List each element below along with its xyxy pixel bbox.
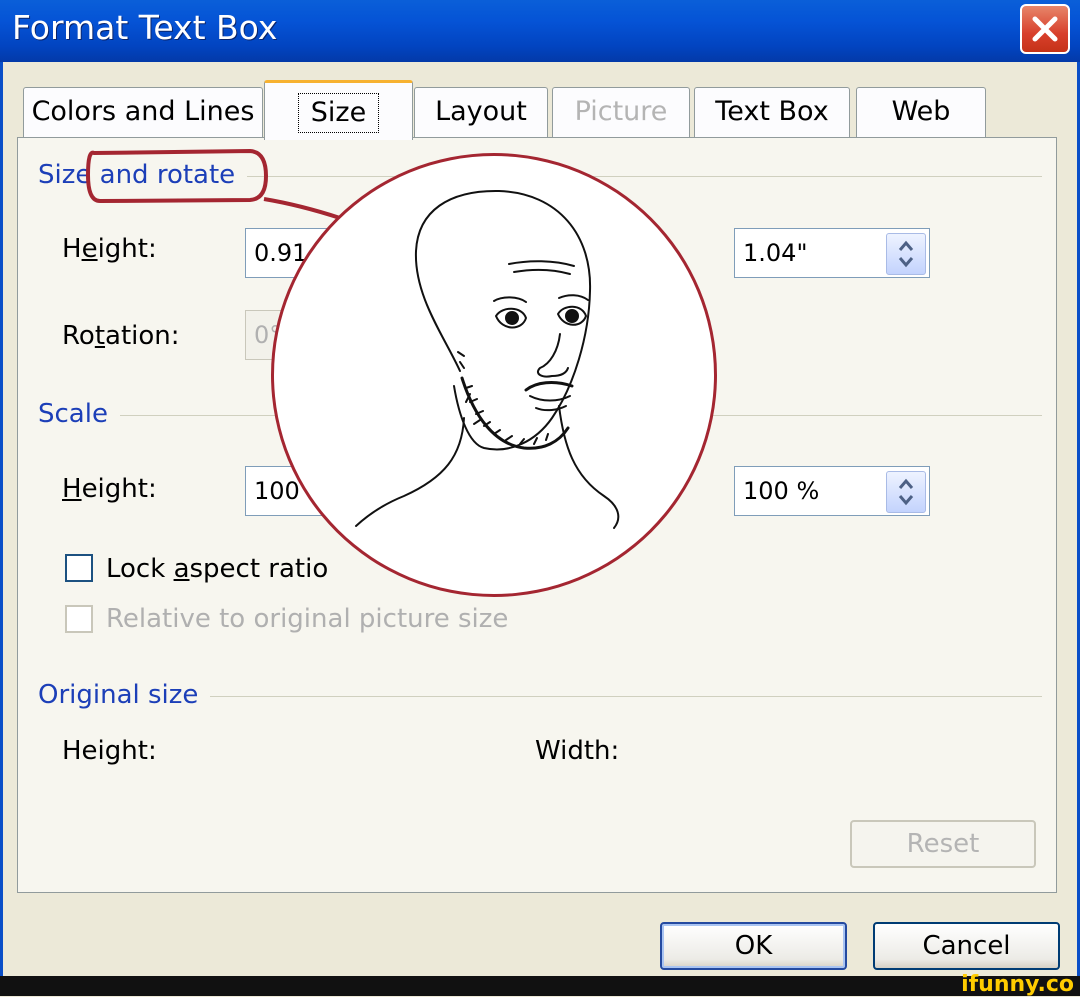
tab-label: Layout xyxy=(435,96,527,127)
scale-heading: Scale xyxy=(38,399,120,429)
watermark-bar: ifunny.co xyxy=(0,972,1080,997)
title-bar: Format Text Box xyxy=(0,0,1080,62)
close-button[interactable] xyxy=(1020,4,1070,54)
size-height-value: 0.91 xyxy=(254,239,308,267)
tab-label: Colors and Lines xyxy=(31,96,255,127)
rotation-label: Rotation: xyxy=(62,321,180,351)
cancel-button[interactable]: Cancel xyxy=(873,922,1060,970)
ok-button[interactable]: OK xyxy=(660,922,847,970)
tab-label: Web xyxy=(891,96,951,127)
scale-width-value: 100 % xyxy=(743,477,820,505)
size-height-label: Height: xyxy=(62,234,157,264)
lock-aspect-ratio-checkbox[interactable] xyxy=(65,554,93,582)
scale-height-value: 100 xyxy=(254,477,300,505)
heading-suffix: and rotate xyxy=(99,160,236,190)
heading-prefix: Size xyxy=(38,160,92,190)
tab-size[interactable]: Size xyxy=(264,80,413,140)
wojak-face-drawing xyxy=(355,189,620,529)
tab-colors-and-lines[interactable]: Colors and Lines xyxy=(23,87,263,137)
original-width-label: Width: xyxy=(535,736,620,766)
window-title: Format Text Box xyxy=(12,8,278,47)
relative-to-original-label: Relative to original picture size xyxy=(106,604,509,634)
ifunny-watermark: ifunny.co xyxy=(961,972,1074,997)
tab-picture: Picture xyxy=(552,87,690,137)
scale-width-input[interactable]: 100 % xyxy=(734,466,930,516)
tab-label: Size xyxy=(297,93,380,133)
tab-label: Picture xyxy=(574,96,668,127)
tab-text-box[interactable]: Text Box xyxy=(694,87,850,137)
original-size-heading: Original size xyxy=(38,680,211,710)
lock-aspect-ratio-label[interactable]: Lock aspect ratio xyxy=(106,554,328,584)
size-width-value: 1.04" xyxy=(743,239,808,267)
relative-to-original-checkbox xyxy=(65,605,93,633)
size-width-input[interactable]: 1.04" xyxy=(734,228,930,278)
size-and-rotate-heading: Size and rotate xyxy=(38,160,248,190)
scale-height-label: Height: xyxy=(62,474,157,504)
size-width-spinner[interactable] xyxy=(886,233,926,275)
wojak-face-image xyxy=(271,153,717,597)
scale-width-spinner[interactable] xyxy=(886,471,926,513)
tab-label: Text Box xyxy=(715,96,829,127)
tab-layout[interactable]: Layout xyxy=(414,87,548,137)
close-icon xyxy=(1032,16,1058,42)
spin-arrows-icon xyxy=(898,240,914,268)
original-height-label: Height: xyxy=(62,736,157,766)
spin-arrows-icon xyxy=(898,478,914,506)
tab-web[interactable]: Web xyxy=(856,87,986,137)
reset-button: Reset xyxy=(850,820,1036,868)
